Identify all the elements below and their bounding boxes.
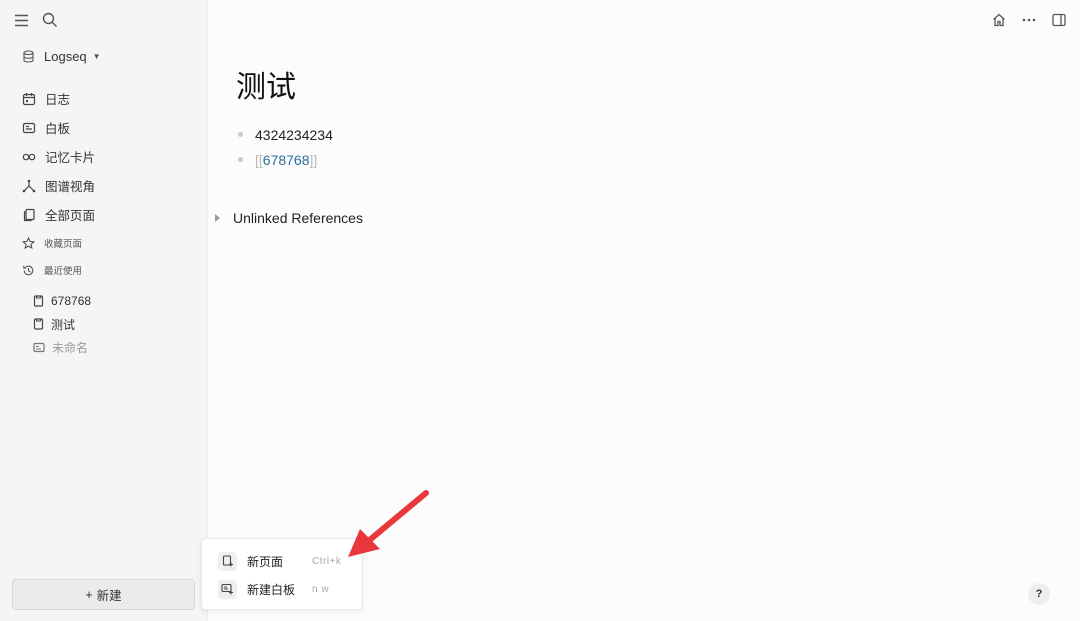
help-button[interactable]: ? (1028, 583, 1050, 605)
block-item[interactable]: [[ 678768 ]] (238, 147, 333, 172)
favorites-section[interactable]: 收藏页面 (22, 236, 82, 250)
calendar-icon (22, 92, 36, 105)
shortcut-hint: n w (312, 583, 330, 595)
header-toolbar (990, 11, 1068, 29)
sidebar-item-label: 全部页面 (45, 209, 96, 223)
recent-list: 678768 测试 未命名 (33, 289, 91, 360)
page-icon (33, 318, 44, 330)
sidebar-item-label: 图谱视角 (45, 180, 96, 194)
home-icon[interactable] (990, 11, 1008, 29)
recent-item-label: 未命名 (52, 341, 89, 356)
recent-item-untitled[interactable]: 未命名 (33, 336, 91, 360)
unlinked-references-label: Unlinked References (233, 210, 363, 226)
sidebar-item-journals[interactable]: 日志 (22, 84, 95, 113)
recent-section[interactable]: 最近使用 (22, 263, 82, 277)
annotation-arrow-icon (348, 490, 429, 557)
sidebar-item-label: 白板 (45, 122, 71, 136)
sidebar-item-graph-view[interactable]: 图谱视角 (22, 171, 95, 200)
page-reference-link[interactable]: 678768 (263, 152, 310, 168)
right-sidebar-toggle-icon[interactable] (1050, 11, 1068, 29)
link-close-brackets: ]] (309, 151, 318, 168)
whiteboard-icon (33, 343, 45, 353)
unlinked-references-toggle[interactable]: Unlinked References (215, 210, 363, 226)
sidebar-toolbar (12, 11, 59, 29)
infinity-icon (22, 153, 36, 160)
sidebar-item-whiteboards[interactable]: 白板 (22, 113, 95, 142)
recent-label: 最近使用 (44, 266, 83, 277)
chevron-down-icon: ▼ (92, 52, 101, 61)
menu-icon[interactable] (12, 11, 30, 29)
block-text[interactable]: 4324234234 (255, 127, 333, 143)
recent-item-test[interactable]: 测试 (33, 313, 91, 337)
favorites-label: 收藏页面 (44, 239, 83, 250)
new-button[interactable]: + 新建 (12, 579, 195, 610)
left-sidebar: Logseq ▼ 日志 白板 记忆卡片 图谱视角 全部页面 收藏页面 最近使用 (0, 0, 208, 621)
recent-item-label: 测试 (51, 317, 76, 332)
star-icon (22, 236, 35, 249)
recent-item-678768[interactable]: 678768 (33, 289, 91, 313)
new-whiteboard-menu-item[interactable]: 新建白板 n w (218, 575, 362, 603)
new-button-label: 新建 (96, 589, 122, 603)
menu-item-label: 新页面 (247, 554, 284, 569)
history-icon (23, 265, 34, 275)
sidebar-item-label: 记忆卡片 (45, 151, 96, 165)
sidebar-nav: 日志 白板 记忆卡片 图谱视角 全部页面 (22, 84, 95, 229)
new-whiteboard-icon (218, 579, 237, 599)
sidebar-item-label: 日志 (45, 93, 71, 107)
bullet-icon[interactable] (238, 157, 243, 162)
recent-item-label: 678768 (51, 293, 92, 308)
plus-icon: + (85, 587, 93, 602)
graph-selector[interactable]: Logseq ▼ (22, 49, 101, 64)
pages-icon (23, 208, 35, 221)
page-title[interactable]: 测试 (236, 62, 296, 106)
block-list: 4324234234 [[ 678768 ]] (238, 122, 333, 172)
graph-name: Logseq (44, 49, 87, 64)
whiteboard-icon (22, 122, 36, 133)
link-open-brackets: [[ (255, 151, 263, 168)
database-icon (23, 50, 34, 63)
block-item[interactable]: 4324234234 (238, 122, 333, 147)
new-page-icon (218, 551, 237, 571)
sidebar-item-all-pages[interactable]: 全部页面 (22, 200, 95, 229)
more-icon[interactable] (1020, 11, 1038, 29)
search-icon[interactable] (41, 11, 59, 29)
page-icon (33, 295, 44, 307)
triangle-right-icon (215, 214, 220, 222)
new-menu-popup: 新页面 Ctrl+k 新建白板 n w (201, 538, 363, 610)
bullet-icon[interactable] (238, 132, 243, 137)
menu-item-label: 新建白板 (247, 582, 296, 597)
graph-icon (22, 179, 36, 192)
shortcut-hint: Ctrl+k (312, 555, 342, 567)
sidebar-item-flashcards[interactable]: 记忆卡片 (22, 142, 95, 171)
